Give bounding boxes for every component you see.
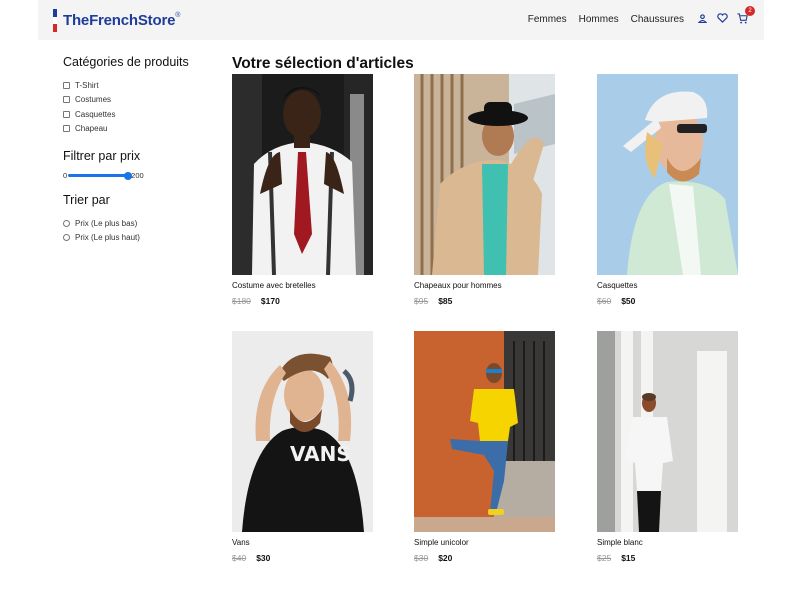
price-max-label: 200 [131,171,144,180]
sort-option-high[interactable]: Prix (Le plus haut) [63,231,213,246]
sort-option-low[interactable]: Prix (Le plus bas) [63,216,213,231]
header-icons: 2 [696,6,755,25]
price-min-label: 0 [63,171,68,180]
sort-radio[interactable] [63,234,70,242]
logo-registered-mark: ® [175,12,181,19]
category-label: Costumes [75,95,112,105]
sort-title: Trier par [63,193,110,207]
category-checkbox[interactable] [63,81,70,89]
main-nav: Femmes Hommes Chaussures [528,14,684,25]
price-range: 0 200 [63,171,213,180]
product-card[interactable]: Simple blanc $25 $15 [597,331,738,563]
product-card[interactable]: Casquettes $60 $50 [597,74,738,306]
product-card[interactable]: VANS Vans $40 $30 [232,331,373,563]
product-old-price: $60 [597,296,612,306]
product-price: $50 [621,296,636,306]
sort-radio[interactable] [63,219,70,227]
nav-link-chaussures[interactable]: Chaussures [631,14,684,25]
cart-count-badge: 2 [745,6,755,16]
nav-link-hommes[interactable]: Hommes [579,14,619,25]
page-title: Votre sélection d'articles [232,55,414,72]
product-price: $15 [621,553,636,563]
category-label: Chapeau [75,124,108,134]
product-name[interactable]: Simple blanc [597,538,738,548]
category-costumes[interactable]: Costumes [63,93,213,108]
product-name[interactable]: Casquettes [597,281,738,291]
heart-icon[interactable] [716,11,728,25]
price-filter-title: Filtrer par prix [63,149,141,163]
price-slider[interactable] [68,171,133,180]
product-photo-cap[interactable] [597,74,738,275]
sort-label: Prix (Le plus haut) [75,233,140,243]
product-old-price: $40 [232,553,247,563]
store-logo[interactable]: TheFrenchStore® [53,9,181,33]
product-photo-hat[interactable] [414,74,555,275]
cart-icon[interactable]: 2 [736,6,755,25]
top-header: TheFrenchStore® Femmes Hommes Chaussures… [38,0,764,40]
category-checkbox[interactable] [63,96,70,104]
logo-text: TheFrenchStore [63,12,176,29]
french-flag-icon [53,9,57,33]
categories-title: Catégories de produits [63,55,189,69]
product-price: $30 [256,553,271,563]
product-photo-vans[interactable]: VANS [232,331,373,532]
product-photo-white-tee[interactable] [597,331,738,532]
product-card[interactable]: Simple unicolor $30 $20 [414,331,555,563]
price-slider-max-thumb[interactable] [124,171,133,180]
category-label: T-Shirt [75,80,99,90]
svg-text:VANS: VANS [290,442,351,466]
filter-sidebar: Catégories de produits T-Shirt Costumes … [63,55,213,245]
product-old-price: $30 [414,553,429,563]
product-old-price: $95 [414,296,429,306]
product-price: $20 [438,553,453,563]
product-card[interactable]: Costume avec bretelles $180 $170 [232,74,373,306]
category-casquettes[interactable]: Casquettes [63,107,213,122]
nav-link-femmes[interactable]: Femmes [528,14,567,25]
product-old-price: $25 [597,553,612,563]
category-checkbox[interactable] [63,125,70,133]
category-label: Casquettes [75,109,116,119]
product-name[interactable]: Chapeaux pour hommes [414,281,555,291]
product-old-price: $180 [232,296,251,306]
category-checkbox[interactable] [63,110,70,118]
product-photo-yellow-tee[interactable] [414,331,555,532]
category-chapeau[interactable]: Chapeau [63,122,213,137]
product-card[interactable]: Chapeaux pour hommes $95 $85 [414,74,555,306]
user-icon[interactable] [696,11,708,25]
product-name[interactable]: Vans [232,538,373,548]
product-name[interactable]: Simple unicolor [414,538,555,548]
sort-label: Prix (Le plus bas) [75,218,138,228]
product-photo-suit[interactable] [232,74,373,275]
product-price: $170 [260,296,280,306]
price-slider-track [68,174,131,177]
product-name[interactable]: Costume avec bretelles [232,281,373,291]
product-price: $85 [438,296,453,306]
category-tshirt[interactable]: T-Shirt [63,78,213,93]
